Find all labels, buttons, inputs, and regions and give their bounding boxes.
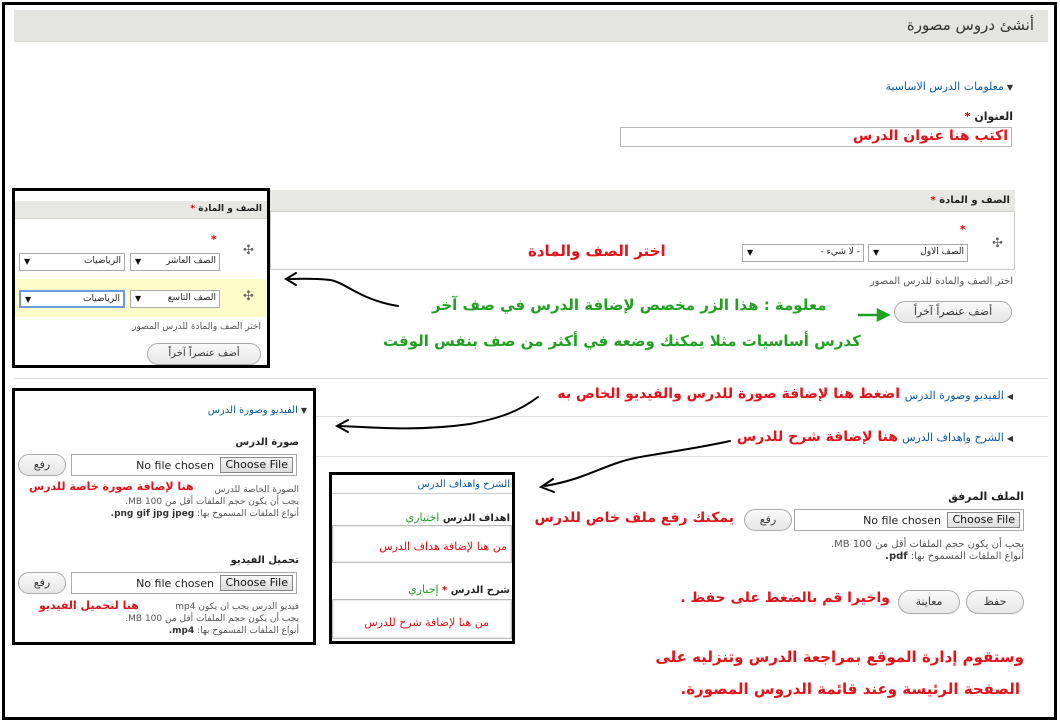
grade-note: اختر الصف والمادة للدرس المصور	[869, 276, 1013, 287]
footer-line1: وستقوم إدارة الموقع بمراجعة الدرس وتنزلي…	[655, 648, 1024, 666]
drag-handle-icon[interactable]: ✣	[243, 243, 254, 258]
inset-video-legend[interactable]: ▼الفيديو وصورة الدرس	[208, 405, 307, 416]
inset-row2-subject-select[interactable]: الرياضيات ▼	[19, 290, 125, 308]
attach-no-file: No file chosen	[863, 514, 941, 527]
inset-image-choose-button[interactable]: Choose File	[220, 457, 293, 473]
divider	[332, 493, 512, 494]
attach-label: الملف المرفق	[948, 490, 1024, 503]
inset-grade-note: اختر الصف والمادة للدرس المصور	[132, 322, 261, 332]
inset-grade-box: الصف و المادة * * ✣ الصف العاشر ▼ الرياضي…	[12, 188, 270, 368]
inset-video-label: تحميل الفيديو	[230, 555, 299, 566]
basic-info-legend[interactable]: ▼معلومات الدرس الاساسية	[885, 80, 1013, 93]
inset-explain-editor[interactable]: من هنا لإضافة شرح للدرس	[332, 599, 512, 639]
inset-image-size-note: يجب أن يكون حجم الملفات أقل من 100 MB.	[125, 497, 299, 507]
attach-choose-button[interactable]: Choose File	[947, 512, 1020, 528]
inset-goals-label: اهداف الدرس اختياري	[405, 511, 510, 524]
grade-hint: اختر الصف والمادة	[528, 242, 666, 260]
inset-row1-grade-select[interactable]: الصف العاشر ▼	[130, 253, 220, 271]
attach-upload-button[interactable]: رفع	[744, 509, 792, 531]
inset-image-file-input[interactable]: No file chosen Choose File	[71, 454, 297, 476]
triangle-left-icon: ◀	[1006, 434, 1013, 443]
triangle-left-icon: ◀	[1006, 392, 1013, 401]
video-hint: اضغط هنا لإضافة صورة للدرس والفيديو الخا…	[557, 386, 900, 402]
video-legend[interactable]: ◀الفيديو وصورة الدرس	[905, 389, 1013, 402]
inset-image-desc: الصورة الخاصة للدرس	[214, 485, 299, 495]
save-hint: واخيرا قم بالضغط على حفظ .	[680, 590, 890, 606]
subject-select[interactable]: - لا شيء - ▼	[742, 244, 864, 262]
inset-image-label: صورة الدرس	[235, 437, 299, 448]
grade-table-header: الصف و المادة *	[270, 190, 1015, 212]
info-line2: كدرس أساسيات مثلا يمكنك وضعه في أكثر من …	[383, 332, 861, 350]
inset-video-box: ▼الفيديو وصورة الدرس صورة الدرس No file …	[12, 388, 316, 645]
triangle-down-icon: ▼	[300, 406, 307, 415]
inset-video-file-input[interactable]: No file chosen Choose File	[71, 572, 297, 594]
inset-required-mark: *	[211, 233, 217, 246]
grade-required-mark: *	[960, 223, 966, 236]
attach-hint: يمكنك رفع ملف خاص للدرس	[534, 510, 735, 526]
grade-header-label: الصف و المادة *	[930, 195, 1010, 206]
inset-image-no-file: No file chosen	[136, 459, 214, 472]
drag-handle-icon[interactable]: ✣	[243, 289, 254, 304]
inset-goals-hint: من هنا لإضافة هداف الدرس	[379, 540, 507, 553]
inset-explain-hint: من هنا لإضافة شرح للدرس	[364, 616, 489, 629]
add-another-button[interactable]: أضف عنصراً آخراً	[894, 301, 1012, 323]
info-line1: معلومة : هذا الزر مخصص لإضافة الدرس في ص…	[432, 296, 827, 314]
explain-legend[interactable]: ◀الشرح واهداف الدرس	[902, 431, 1013, 444]
inset-video-hint: هنا لتحميل الفيديو	[39, 599, 139, 612]
inset-video-choose-button[interactable]: Choose File	[220, 575, 293, 591]
inset-row2-grade-select[interactable]: الصف التاسع ▼	[130, 290, 220, 308]
title-label: العنوان *	[964, 110, 1013, 123]
page-title: أنشئ دروس مصورة	[906, 16, 1034, 34]
inset-image-hint: هنا لإضافة صورة خاصة للدرس	[29, 480, 194, 493]
inset-row1-subject-select[interactable]: الرياضيات ▼	[19, 253, 125, 271]
title-input-value: اكتب هنا عنوان الدرس	[852, 128, 1008, 144]
page-header: أنشئ دروس مصورة	[14, 10, 1048, 42]
inset-video-upload-button[interactable]: رفع	[18, 572, 66, 594]
inset-video-types-note: أنواع الملفات المسموح بها: mp4.	[168, 626, 299, 636]
footer-line2: الصفحة الرئيسة وعند قائمة الدروس المصورة…	[680, 680, 1021, 698]
attach-size-note: يجب أن يكون حجم الملفات أقل من 100 MB.	[830, 539, 1024, 550]
inset-explain-box: الشرح واهداف الدرس اهداف الدرس اختياري م…	[329, 472, 515, 644]
inset-grade-header-label: الصف و المادة *	[190, 204, 262, 214]
inset-video-size-note: يجب أن يكون حجم الملفات أقل من 100 MB.	[125, 614, 299, 624]
inset-image-upload-button[interactable]: رفع	[18, 454, 66, 476]
inset-explain-legend[interactable]: الشرح واهداف الدرس	[418, 479, 510, 490]
inset-video-no-file: No file chosen	[136, 577, 214, 590]
inset-add-another-button[interactable]: أضف عنصراً آخراً	[147, 343, 261, 365]
save-button[interactable]: حفظ	[966, 590, 1024, 614]
divider	[14, 378, 1048, 379]
triangle-down-icon: ▼	[1006, 83, 1013, 92]
explain-hint: هنا لإضافة شرح للدرس	[736, 429, 898, 445]
inset-video-desc: فيديو الدرس يجب ان يكون mp4	[175, 602, 299, 612]
preview-button[interactable]: معاينة	[898, 590, 960, 614]
inset-image-types-note: أنواع الملفات المسموح بها: png gif jpg j…	[110, 509, 299, 519]
attach-types-note: أنواع الملفات المسموح بها: pdf.	[885, 551, 1024, 562]
drag-handle-icon[interactable]: ✣	[992, 236, 1003, 251]
inset-explain-label: شرح الدرس * إجباري	[408, 583, 510, 596]
inset-goals-editor[interactable]: من هنا لإضافة هداف الدرس	[332, 525, 512, 563]
inset-grade-header: الصف و المادة *	[15, 201, 267, 219]
grade-select[interactable]: الصف الاول ▼	[868, 244, 968, 262]
attach-file-input[interactable]: No file chosen Choose File	[794, 509, 1024, 531]
